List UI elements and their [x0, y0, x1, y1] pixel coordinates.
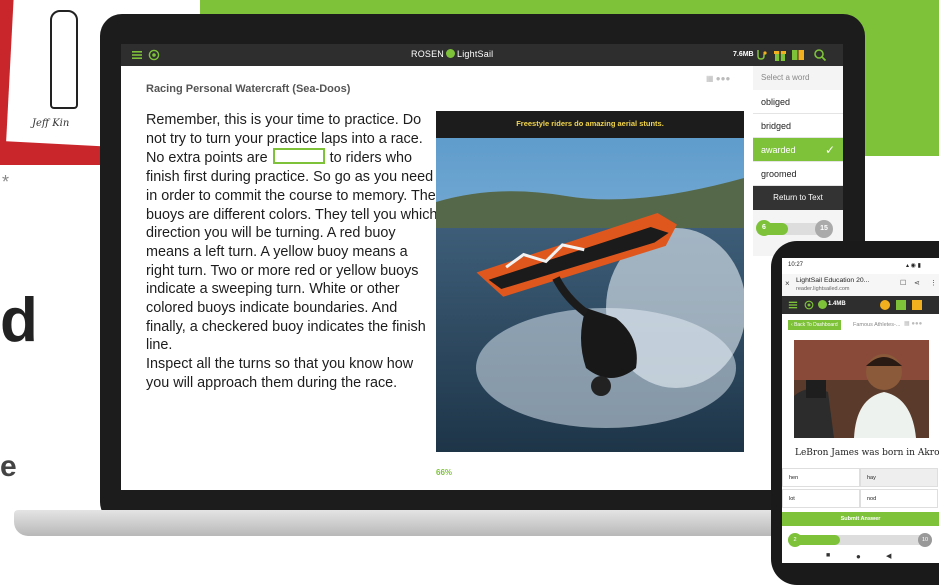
- book-title: Racing Personal Watercraft (Sea-Doos): [146, 83, 351, 95]
- athlete-illustration: [794, 340, 929, 438]
- photo-caption-bar: Freestyle riders do amazing aerial stunt…: [436, 111, 744, 138]
- lightsail-logo-icon: [446, 49, 456, 58]
- close-tab-icon[interactable]: ×: [785, 279, 790, 288]
- book-icon[interactable]: [791, 48, 805, 62]
- phone-progress-max: 10: [918, 533, 932, 547]
- menu-icon[interactable]: [131, 49, 143, 61]
- smartphone-screen: 10:27 ▴ ◉ ▮ × LightSail Education 20... …: [782, 258, 939, 563]
- page-navigation-icons[interactable]: ▦ ●●●: [904, 320, 922, 327]
- document-title: Famous Athletes-...: [853, 322, 901, 328]
- menu-icon[interactable]: [788, 300, 798, 310]
- phone-progress-current: 2: [788, 533, 802, 547]
- settings-icon[interactable]: [804, 300, 814, 310]
- android-nav-bar: ■ ● ◀: [782, 552, 939, 563]
- book-cover-image: Jeff Kin: [0, 0, 112, 165]
- photo-caption: Freestyle riders do amazing aerial stunt…: [516, 119, 664, 128]
- checkmark-icon: ✓: [824, 143, 835, 157]
- recent-apps-icon[interactable]: ■: [826, 552, 830, 559]
- word-option-groomed[interactable]: groomed: [753, 162, 843, 186]
- word-option-bridged[interactable]: bridged: [753, 114, 843, 138]
- bookmark-icon[interactable]: ☐: [900, 279, 906, 287]
- phone-passage-text: LeBron James was born in Akron,: [795, 448, 939, 458]
- background-partial-letter: e: [0, 450, 17, 483]
- question-progress-max: 15: [815, 220, 833, 238]
- word-option-hen[interactable]: hen: [782, 468, 860, 487]
- stick-figure-illustration: [50, 10, 78, 109]
- return-to-text-button[interactable]: Return to Text: [753, 186, 843, 210]
- submit-answer-button[interactable]: Submit Answer: [782, 512, 939, 526]
- watercraft-stunt-photo: [436, 138, 744, 452]
- laptop-screen-reader-app: ROSEN LightSail 7.6MB ▦ ●●● Racing Person…: [121, 44, 843, 490]
- page-navigation-icons[interactable]: ▦ ●●●: [706, 74, 730, 83]
- word-option-nod[interactable]: nod: [860, 489, 938, 508]
- hint-icon[interactable]: [880, 300, 890, 310]
- word-panel-header: Select a word: [761, 73, 810, 82]
- back-nav-icon[interactable]: ◀: [886, 552, 891, 560]
- phone-word-options: hen hay lot nod: [782, 468, 939, 512]
- app-brand-logo: ROSEN LightSail: [411, 49, 493, 59]
- phone-reader-toolbar: 1.4MB: [782, 296, 939, 314]
- question-progress-current: 6: [756, 220, 772, 236]
- back-button-label: Back To Dashboard: [794, 322, 838, 328]
- word-option-awarded-selected[interactable]: awarded ✓: [753, 138, 843, 162]
- brand-name-right: LightSail: [457, 49, 494, 59]
- word-option-obliged[interactable]: obliged: [753, 90, 843, 114]
- cloze-blank-input[interactable]: [272, 148, 325, 165]
- gift-icon[interactable]: [773, 48, 787, 62]
- word-option-label: awarded: [761, 145, 796, 155]
- word-option-lot[interactable]: lot: [782, 489, 860, 508]
- word-choice-panel: Select a word obliged bridged awarded ✓ …: [753, 66, 843, 256]
- word-option-hay[interactable]: hay: [860, 468, 938, 487]
- browser-url: reader.lightsailed.com: [796, 286, 850, 292]
- search-icon[interactable]: [813, 48, 827, 62]
- background-star-glyph: *: [2, 172, 10, 192]
- reading-passage: Remember, this is your time to practice.…: [146, 111, 438, 393]
- book-cover-signature: Jeff Kin: [32, 118, 70, 129]
- hint-icon[interactable]: [755, 48, 769, 62]
- browser-address-bar[interactable]: × LightSail Education 20... reader.light…: [782, 274, 939, 296]
- home-icon[interactable]: ●: [856, 552, 861, 561]
- phone-status-time: 10:27: [788, 262, 804, 268]
- brand-name-left: ROSEN: [411, 49, 445, 59]
- passage-text-after-blank: to riders who finish first during practi…: [146, 150, 438, 354]
- download-size-label: 1.4MB: [828, 301, 846, 307]
- share-icon[interactable]: ⋖: [914, 279, 920, 287]
- background-partial-letter: d: [0, 286, 38, 355]
- more-options-icon[interactable]: ⋮: [930, 279, 937, 287]
- lightsail-logo-icon: [818, 300, 827, 309]
- reader-top-toolbar: ROSEN LightSail 7.6MB: [121, 44, 843, 66]
- laptop-base: [14, 510, 844, 536]
- passage-paragraph: Inspect all the turns so that you know h…: [146, 356, 414, 391]
- back-to-dashboard-button[interactable]: ‹ Back To Dashboard: [788, 320, 841, 330]
- gift-icon[interactable]: [896, 300, 906, 310]
- settings-icon[interactable]: [148, 49, 160, 61]
- phone-signal-icons: ▴ ◉ ▮: [906, 263, 921, 269]
- reading-progress-percent: 66%: [436, 468, 453, 477]
- book-icon[interactable]: [912, 300, 922, 310]
- download-size-label: 7.6MB: [733, 51, 754, 58]
- browser-tab-title: LightSail Education 20...: [796, 277, 870, 284]
